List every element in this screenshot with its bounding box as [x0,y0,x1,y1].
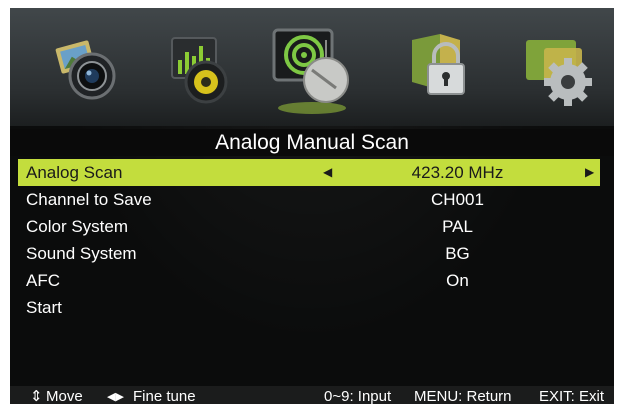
exit-hint: EXIT: Exit [539,388,605,404]
sound-icon[interactable] [160,30,240,110]
lock-icon[interactable] [400,30,480,110]
menu-row-color-system[interactable]: Color System PAL [10,213,614,240]
setup-icon[interactable] [518,30,598,110]
move-hint: Move [46,388,83,404]
menu-icon-bar [10,8,614,126]
picture-icon[interactable] [48,30,128,110]
page-title: Analog Manual Scan [10,129,614,156]
row-value: On [446,271,469,290]
up-down-arrows-icon: ⇕ [30,388,43,404]
row-value: 423.20 MHz [411,163,504,182]
settings-menu: Analog Scan ◀ 423.20 MHz ▶ Channel to Sa… [10,159,614,321]
help-bar: ⇕ Move ◀▶ Fine tune 0~9: Input MENU: Ret… [10,386,614,404]
row-value: PAL [442,217,473,236]
input-hint: 0~9: Input [324,388,392,404]
row-value: CH001 [431,190,484,209]
menu-row-analog-scan[interactable]: Analog Scan ◀ 423.20 MHz ▶ [18,159,600,186]
menu-row-afc[interactable]: AFC On [10,267,614,294]
channel-icon[interactable] [264,18,360,114]
row-value: BG [445,244,470,263]
row-label: Channel to Save [26,190,152,209]
row-label: Analog Scan [26,163,123,182]
row-label: Sound System [26,244,137,263]
row-label: Start [26,298,62,317]
arrow-right-icon[interactable]: ▶ [585,159,594,186]
arrow-left-icon[interactable]: ◀ [323,159,332,186]
menu-row-start[interactable]: Start [10,294,614,321]
menu-row-channel-to-save[interactable]: Channel to Save CH001 [10,186,614,213]
menu-return-hint: MENU: Return [414,388,512,404]
fine-tune-hint: Fine tune [133,388,196,404]
left-right-arrows-icon: ◀▶ [107,391,124,403]
tv-osd-screen: Analog Manual Scan Analog Scan ◀ 423.20 … [10,8,614,404]
row-label: Color System [26,217,129,236]
menu-row-sound-system[interactable]: Sound System BG [10,240,614,267]
row-label: AFC [26,271,60,290]
